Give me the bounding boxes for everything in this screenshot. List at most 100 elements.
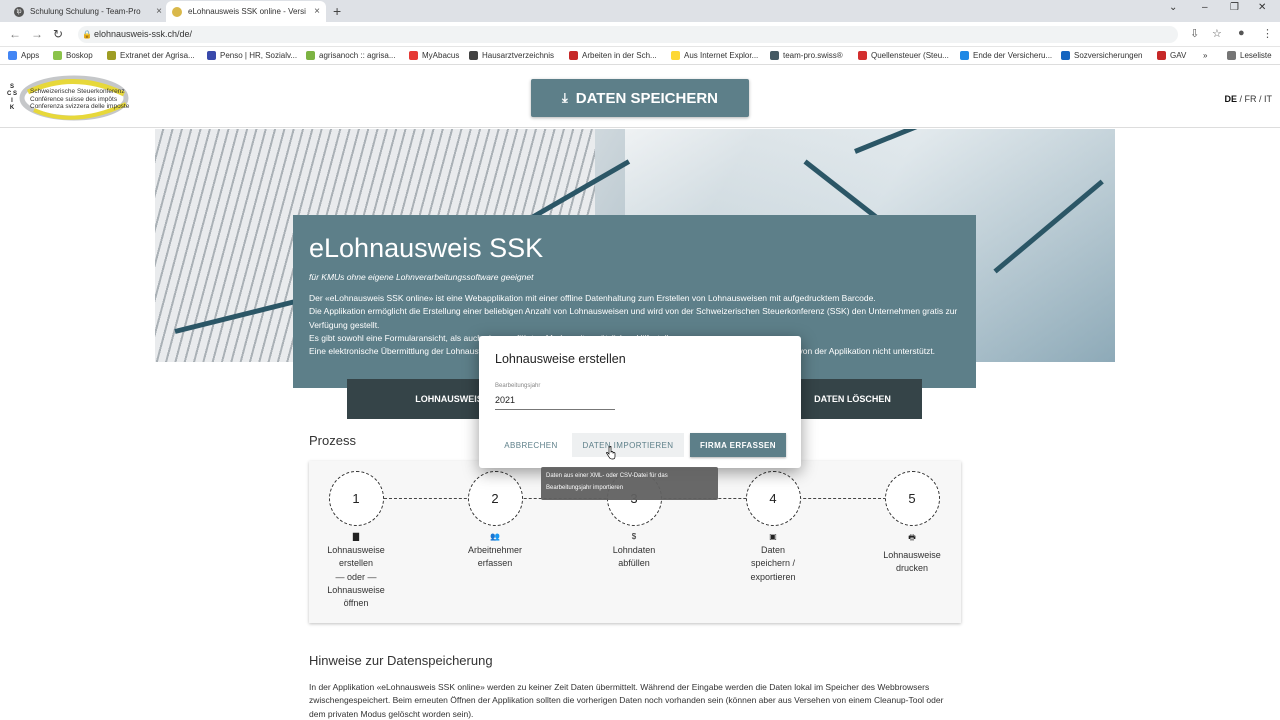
process-step: 4 ▣ Daten speichern / exportieren: [728, 471, 818, 584]
logo-ssk-letters: SC S IK: [6, 84, 17, 111]
bookmark-label: Boskop: [66, 51, 93, 60]
bookmark-item[interactable]: Hausarztverzeichnis: [469, 51, 554, 60]
year-input[interactable]: 2021: [495, 393, 615, 410]
bookmark-item[interactable]: Arbeiten in der Sch...: [569, 51, 657, 60]
hinweise-text: In der Applikation «eLohnausweis SSK onl…: [309, 682, 944, 719]
cancel-label: ABBRECHEN: [504, 440, 558, 450]
bookmark-icon: [858, 51, 867, 60]
page-title: eLohnausweis SSK: [309, 233, 544, 263]
close-icon[interactable]: ×: [314, 6, 320, 17]
delete-label: DATEN LÖSCHEN: [814, 394, 891, 404]
profile-icon[interactable]: ●: [1238, 27, 1245, 39]
bookmark-icon: [53, 51, 62, 60]
bookmark-item[interactable]: »: [1203, 51, 1207, 60]
url-field[interactable]: 🔒 elohnausweis-ssk.ch/de/: [78, 26, 1178, 43]
bookmark-item[interactable]: Penso | HR, Sozialv...: [207, 51, 297, 60]
bookmark-item[interactable]: Leseliste: [1227, 51, 1272, 60]
browser-tab-1[interactable]: tp Schulung Schulung - Team-Pro ×: [8, 1, 168, 22]
process-step: 1 ▇ Lohnausweise erstellen — oder — Lohnauswe…: [311, 471, 401, 610]
intro-paragraph: Der «eLohnausweis SSK online» ist eine W…: [309, 293, 876, 303]
dollar-icon: $: [631, 532, 637, 541]
bookmark-label: agrisanoch :: agrisa...: [319, 51, 396, 60]
delete-data-button[interactable]: DATEN LÖSCHEN: [783, 379, 922, 419]
bookmark-item[interactable]: Extranet der Agrisa...: [107, 51, 195, 60]
bookmark-label: Apps: [21, 51, 40, 60]
bookmark-item[interactable]: GAV: [1157, 51, 1186, 60]
back-icon[interactable]: ←: [9, 27, 21, 41]
hand-cursor-icon: [606, 446, 616, 460]
cancel-button[interactable]: ABBRECHEN: [499, 433, 563, 457]
menu-icon[interactable]: ⋮: [1262, 27, 1273, 40]
bookmark-label: Aus Internet Explor...: [684, 51, 759, 60]
bookmark-label: Sozversicherungen: [1074, 51, 1143, 60]
page-subtitle: für KMUs ohne eigene Lohnverarbeitungsso…: [309, 272, 534, 282]
hinweise-title: Hinweise zur Datenspeicherung: [309, 653, 493, 668]
bookmark-label: Quellensteuer (Steu...: [871, 51, 949, 60]
teampro-favicon-icon: tp: [14, 6, 24, 17]
year-field-label: Bearbeitungsjahr: [495, 383, 541, 389]
import-tooltip: Daten aus einer XML- oder CSV-Datei für …: [541, 467, 718, 500]
restore-icon[interactable]: ❐: [1230, 2, 1239, 13]
bookmark-item[interactable]: Quellensteuer (Steu...: [858, 51, 949, 60]
process-title: Prozess: [309, 433, 356, 448]
bookmark-item[interactable]: agrisanoch :: agrisa...: [306, 51, 395, 60]
import-data-button[interactable]: DATEN IMPORTIEREN: [572, 433, 684, 457]
bookmark-icon: [1227, 51, 1236, 60]
address-bar-row: ← → ↻ 🔒 elohnausweis-ssk.ch/de/ ⇩ ☆ ● ⋮: [0, 22, 1280, 47]
bookmark-icon: [409, 51, 418, 60]
bookmark-icon: [960, 51, 969, 60]
create-company-button[interactable]: FIRMA ERFASSEN: [690, 433, 786, 457]
forward-icon[interactable]: →: [31, 27, 43, 41]
new-tab-icon[interactable]: +: [333, 3, 341, 19]
bookmark-label: MyAbacus: [422, 51, 460, 60]
lang-fr-it[interactable]: / FR / IT: [1237, 94, 1273, 104]
bookmark-item[interactable]: Aus Internet Explor...: [671, 51, 758, 60]
step-number: 2: [467, 471, 523, 526]
step-number: 4: [745, 471, 801, 526]
bookmark-label: Ende der Versicheru...: [973, 51, 1053, 60]
step-label: Lohnausweise erstellen — oder — Lohnausweis…: [327, 545, 385, 609]
bookmark-label: Extranet der Agrisa...: [120, 51, 195, 60]
step-label: Daten speichern / exportieren: [750, 545, 796, 582]
lang-de[interactable]: DE: [1224, 94, 1237, 104]
save-data-button[interactable]: ⤓ DATEN SPEICHERN: [531, 79, 749, 117]
browser-tabbar: tp Schulung Schulung - Team-Pro × eLohna…: [0, 0, 1280, 22]
bookmark-item[interactable]: MyAbacus: [409, 51, 459, 60]
bookmark-icon: [671, 51, 680, 60]
step-label: Lohndaten abfüllen: [612, 545, 656, 569]
ssk-logo[interactable]: SC S IK Schweizerische Steuerkonferenz C…: [6, 72, 146, 124]
bookmark-star-icon[interactable]: ☆: [1212, 27, 1222, 40]
download-icon: ⤓: [562, 90, 568, 105]
step-number: 1: [328, 471, 384, 526]
building-icon: ▇: [352, 532, 360, 541]
people-icon: 👥: [490, 532, 500, 541]
site-header: SC S IK Schweizerische Steuerkonferenz C…: [0, 66, 1280, 128]
install-icon[interactable]: ⇩: [1190, 27, 1199, 40]
import-label: DATEN IMPORTIEREN: [582, 440, 674, 450]
bookmark-label: Penso | HR, Sozialv...: [220, 51, 298, 60]
browser-tab-2[interactable]: eLohnausweis SSK online - Versi ×: [166, 1, 326, 22]
bookmark-icon: [1157, 51, 1166, 60]
window-close-icon[interactable]: ✕: [1258, 2, 1266, 13]
bookmark-item[interactable]: team-pro.swiss®: [770, 51, 843, 60]
close-icon[interactable]: ×: [156, 6, 162, 17]
lock-icon: 🔒: [82, 30, 92, 39]
bookmark-item[interactable]: Boskop: [53, 51, 93, 60]
bookmark-item[interactable]: Sozversicherungen: [1061, 51, 1142, 60]
web-page: SC S IK Schweizerische Steuerkonferenz C…: [0, 66, 1280, 720]
tab-title: eLohnausweis SSK online - Versi: [188, 7, 306, 16]
bookmark-icon: [1061, 51, 1070, 60]
reload-icon[interactable]: ↻: [53, 27, 63, 41]
bookmark-icon: [8, 51, 17, 60]
bookmark-label: GAV: [1170, 51, 1187, 60]
bookmark-item[interactable]: Apps: [8, 51, 39, 60]
intro-paragraph: Die Applikation ermöglicht die Erstellun…: [309, 306, 958, 330]
bookmark-item[interactable]: Ende der Versicheru...: [960, 51, 1052, 60]
tab-search-icon[interactable]: ⌄: [1169, 2, 1177, 13]
language-switcher[interactable]: DE / FR / IT: [1224, 94, 1272, 104]
minimize-icon[interactable]: –: [1202, 2, 1208, 13]
bookmark-label: »: [1203, 51, 1208, 60]
url-text: elohnausweis-ssk.ch/de/: [94, 29, 193, 39]
ssk-favicon-icon: [172, 6, 182, 17]
bookmark-icon: [469, 51, 478, 60]
